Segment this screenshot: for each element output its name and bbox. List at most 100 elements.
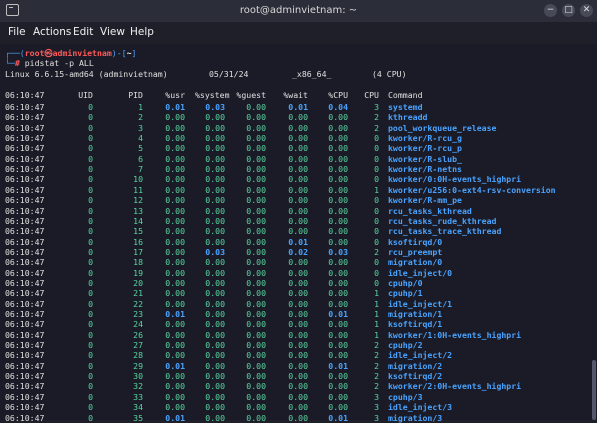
cell-pid: 33 [133,391,143,402]
cell-cpu: 0 [374,215,379,226]
window-title: root@adminvietnam: ~ [239,5,358,16]
menu-edit[interactable]: Edit [73,26,93,38]
cell-command: cpuhp/1 [388,288,423,299]
cell-uid: 0 [88,153,93,164]
cell-guest: 0.00 [246,174,266,185]
cell-cpu-pct: 0.00 [328,371,348,382]
cell-command: kworker/u256:0-ext4-rsv-conversion [388,184,556,195]
cell-uid: 0 [88,236,93,247]
cell-system: 0.00 [205,298,225,309]
table-row: 06:10:47 0 24 0.00 0.00 0.00 0.00 0.00 1 ksoftirq… [5,319,595,329]
header-guest: %guest [236,90,266,100]
cell-uid: 0 [88,381,93,392]
cell-usr: 0.00 [165,174,185,185]
cell-wait: 0.02 [288,246,308,257]
cell-pid: 7 [138,164,143,175]
cell-usr: 0.01 [165,412,185,423]
cell-pid: 17 [133,246,143,257]
header-usr: %usr [165,90,185,100]
cell-pid: 13 [133,205,143,216]
cell-usr: 0.00 [165,122,185,133]
table-row: 06:10:47 0 3 0.00 0.00 0.00 0.00 0.00 2 pool_work… [5,123,595,133]
scrollbar-thumb[interactable] [592,360,596,420]
cell-system: 0.00 [205,391,225,402]
cell-guest: 0.00 [246,122,266,133]
table-row: 06:10:47 0 33 0.00 0.00 0.00 0.00 0.00 3 cpuhp/3 [5,392,595,402]
cell-cpu-pct: 0.00 [328,133,348,144]
cell-pid: 5 [138,143,143,154]
cell-pid: 15 [133,226,143,237]
cell-pid: 19 [133,267,143,278]
cell-command: ksoftirqd/1 [388,319,443,330]
cell-time: 06:10:47 [5,277,45,288]
cell-system: 0.00 [205,122,225,133]
cell-cpu-pct: 0.00 [328,277,348,288]
table-row: 06:10:47 0 32 0.00 0.00 0.00 0.00 0.00 2 kworker/… [5,381,595,391]
cell-wait: 0.00 [288,112,308,123]
cell-cpu: 1 [374,329,379,340]
cell-guest: 0.00 [246,402,266,413]
cell-system: 0.00 [205,215,225,226]
table-row: 06:10:47 0 35 0.01 0.00 0.00 0.00 0.01 3 migratio… [5,413,595,423]
cell-time: 06:10:47 [5,112,45,123]
table-row: 06:10:47 0 22 0.00 0.00 0.00 0.00 0.00 1 idle_inj… [5,299,595,309]
cell-cpu: 2 [374,360,379,371]
menu-file[interactable]: File [8,26,26,38]
cell-pid: 27 [133,340,143,351]
menu-actions[interactable]: Actions [33,26,71,38]
scrollbar[interactable] [591,44,597,420]
cell-command: kworker/R-rcu_g [388,133,462,144]
cell-uid: 0 [88,319,93,330]
prompt-frame-mid: )-[ [111,48,127,58]
terminal-output[interactable]: ┌──(root㉿adminvietnam)-[~] └─# pidstat -… [0,44,597,423]
prompt-line: ┌──(root㉿adminvietnam)-[~] [5,48,136,58]
cell-time: 06:10:47 [5,195,45,206]
cell-pid: 10 [133,174,143,185]
cell-usr: 0.00 [165,133,185,144]
table-header-row: 06:10:47 UID PID %usr %system %guest %wait %CPU… [5,90,595,100]
cell-wait: 0.00 [288,381,308,392]
header-time: 06:10:47 [5,90,45,100]
cell-usr: 0.00 [165,226,185,237]
cell-uid: 0 [88,402,93,413]
cell-cpu: 0 [374,143,379,154]
cell-cpu: 2 [374,340,379,351]
menu-help[interactable]: Help [130,26,154,38]
cell-cpu-pct: 0.00 [328,215,348,226]
cell-command: rcu_tasks_trace_kthread [388,226,502,237]
table-row: 06:10:47 0 16 0.00 0.00 0.00 0.01 0.00 0 ksoftirq… [5,237,595,247]
header-wait: %wait [283,90,308,100]
cell-cpu-pct: 0.00 [328,195,348,206]
minimize-button[interactable]: − [544,4,557,17]
cell-wait: 0.00 [288,267,308,278]
cell-wait: 0.00 [288,195,308,206]
cell-time: 06:10:47 [5,143,45,154]
cell-time: 06:10:47 [5,122,45,133]
cell-command: cpuhp/0 [388,277,423,288]
cell-system: 0.00 [205,236,225,247]
cell-usr: 0.00 [165,153,185,164]
cell-time: 06:10:47 [5,298,45,309]
menu-view[interactable]: View [100,26,125,38]
cell-wait: 0.00 [288,391,308,402]
cell-system: 0.00 [205,360,225,371]
cell-command: rcu_tasks_kthread [388,205,472,216]
cell-pid: 30 [133,371,143,382]
cell-wait: 0.00 [288,164,308,175]
cell-system: 0.00 [205,371,225,382]
cell-wait: 0.00 [288,143,308,154]
table-row: 06:10:47 0 4 0.00 0.00 0.00 0.00 0.00 0 kworker/R… [5,133,595,143]
cell-pid: 12 [133,195,143,206]
cell-wait: 0.00 [288,226,308,237]
cell-command: kworker/0:0H-events_highpri [388,174,522,185]
cell-pid: 35 [133,412,143,423]
maximize-button[interactable]: □ [562,4,575,17]
cell-time: 06:10:47 [5,236,45,247]
table-row: 06:10:47 0 21 0.00 0.00 0.00 0.00 0.00 1 cpuhp/1 [5,288,595,298]
close-button[interactable]: ✕ [580,4,593,17]
cell-wait: 0.01 [288,102,308,112]
cell-command: systemd [388,102,423,112]
cell-cpu-pct: 0.00 [328,153,348,164]
cell-guest: 0.00 [246,153,266,164]
cell-cpu-pct: 0.00 [328,350,348,361]
